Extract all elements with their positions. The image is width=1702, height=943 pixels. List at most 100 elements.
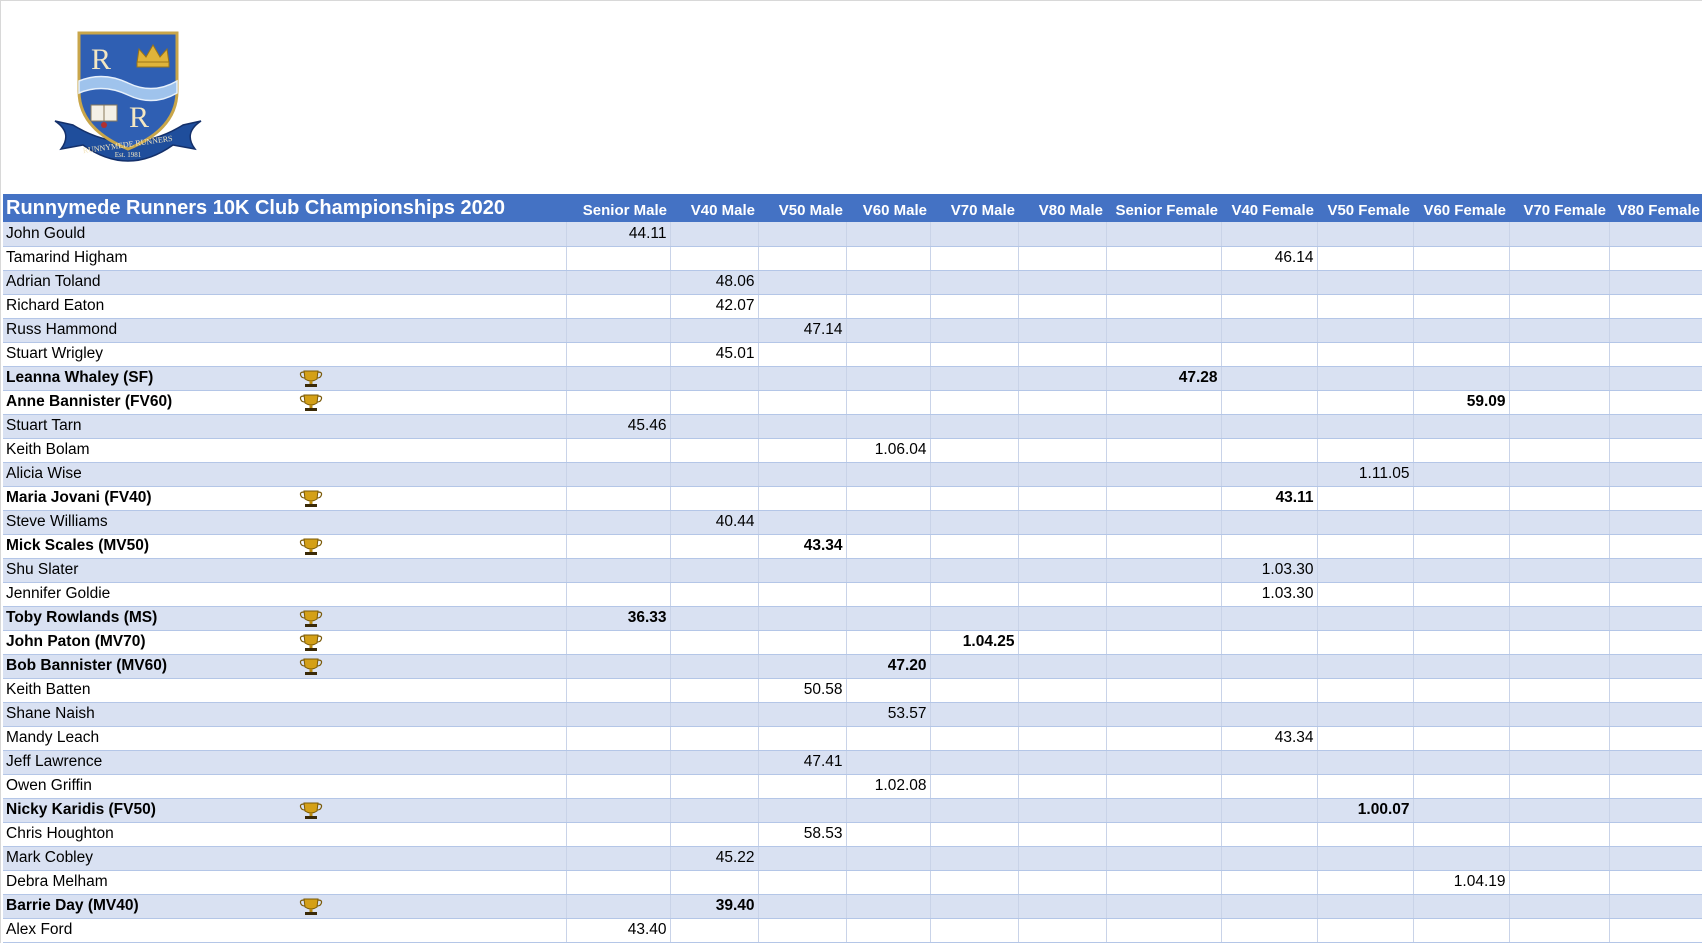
time-cell[interactable] <box>929 774 1018 799</box>
time-cell[interactable] <box>1316 582 1413 607</box>
time-cell[interactable] <box>1316 894 1413 919</box>
time-cell[interactable] <box>929 822 1018 847</box>
time-cell[interactable] <box>1017 294 1106 319</box>
time-cell[interactable] <box>1220 774 1317 799</box>
time-cell[interactable] <box>757 870 846 895</box>
time-cell[interactable] <box>565 726 670 751</box>
time-cell[interactable] <box>1316 606 1413 631</box>
time-cell[interactable] <box>565 486 670 511</box>
time-cell[interactable] <box>1608 222 1702 247</box>
time-cell[interactable] <box>1508 294 1609 319</box>
time-cell[interactable] <box>1017 558 1106 583</box>
time-cell[interactable] <box>669 606 758 631</box>
time-cell[interactable] <box>1105 222 1221 247</box>
time-cell[interactable] <box>1608 342 1702 367</box>
time-cell[interactable]: 48.06 <box>669 270 758 295</box>
time-cell[interactable] <box>1608 462 1702 487</box>
time-cell[interactable] <box>1105 846 1221 871</box>
time-cell[interactable]: 47.14 <box>757 318 846 343</box>
time-cell[interactable]: 1.03.30 <box>1220 558 1317 583</box>
time-cell[interactable] <box>1105 798 1221 823</box>
time-cell[interactable] <box>757 294 846 319</box>
time-cell[interactable] <box>1017 510 1106 535</box>
time-cell[interactable] <box>1508 270 1609 295</box>
time-cell[interactable] <box>1220 366 1317 391</box>
time-cell[interactable] <box>1316 270 1413 295</box>
time-cell[interactable] <box>1220 294 1317 319</box>
runner-name-cell[interactable]: Tamarind Higham <box>3 246 566 271</box>
time-cell[interactable]: 1.11.05 <box>1316 462 1413 487</box>
time-cell[interactable]: 1.06.04 <box>845 438 930 463</box>
time-cell[interactable] <box>1608 414 1702 439</box>
time-cell[interactable] <box>1412 606 1509 631</box>
time-cell[interactable] <box>1220 798 1317 823</box>
time-cell[interactable] <box>1412 774 1509 799</box>
time-cell[interactable] <box>929 534 1018 559</box>
time-cell[interactable]: 1.02.08 <box>845 774 930 799</box>
time-cell[interactable] <box>1508 558 1609 583</box>
time-cell[interactable] <box>1105 774 1221 799</box>
time-cell[interactable] <box>1508 414 1609 439</box>
time-cell[interactable] <box>1017 846 1106 871</box>
column-header[interactable]: V40 Female <box>1221 194 1317 222</box>
time-cell[interactable] <box>845 798 930 823</box>
runner-name-cell[interactable]: Leanna Whaley (SF) <box>3 366 566 391</box>
time-cell[interactable] <box>1412 366 1509 391</box>
time-cell[interactable] <box>1316 366 1413 391</box>
time-cell[interactable] <box>1508 342 1609 367</box>
time-cell[interactable] <box>1608 246 1702 271</box>
time-cell[interactable] <box>1508 486 1609 511</box>
time-cell[interactable] <box>565 630 670 655</box>
time-cell[interactable] <box>669 486 758 511</box>
time-cell[interactable] <box>1220 822 1317 847</box>
time-cell[interactable] <box>845 222 930 247</box>
time-cell[interactable] <box>565 342 670 367</box>
time-cell[interactable] <box>1608 798 1702 823</box>
time-cell[interactable] <box>757 582 846 607</box>
time-cell[interactable] <box>1508 750 1609 775</box>
time-cell[interactable] <box>845 486 930 511</box>
time-cell[interactable] <box>1608 270 1702 295</box>
time-cell[interactable]: 47.20 <box>845 654 930 679</box>
time-cell[interactable] <box>1017 318 1106 343</box>
time-cell[interactable] <box>1508 846 1609 871</box>
time-cell[interactable] <box>1412 462 1509 487</box>
time-cell[interactable] <box>1412 918 1509 943</box>
table-title[interactable]: Runnymede Runners 10K Club Championships… <box>3 194 566 222</box>
time-cell[interactable] <box>565 558 670 583</box>
time-cell[interactable] <box>1508 390 1609 415</box>
time-cell[interactable] <box>845 918 930 943</box>
time-cell[interactable] <box>757 918 846 943</box>
column-header[interactable]: V60 Male <box>846 194 930 222</box>
time-cell[interactable] <box>1017 438 1106 463</box>
time-cell[interactable]: 47.41 <box>757 750 846 775</box>
runner-name-cell[interactable]: Stuart Tarn <box>3 414 566 439</box>
time-cell[interactable]: 1.03.30 <box>1220 582 1317 607</box>
time-cell[interactable] <box>929 390 1018 415</box>
time-cell[interactable]: 42.07 <box>669 294 758 319</box>
time-cell[interactable] <box>1105 438 1221 463</box>
time-cell[interactable] <box>1608 534 1702 559</box>
runner-name-cell[interactable]: Keith Bolam <box>3 438 566 463</box>
time-cell[interactable]: 40.44 <box>669 510 758 535</box>
time-cell[interactable] <box>1608 486 1702 511</box>
runner-name-cell[interactable]: Shane Naish <box>3 702 566 727</box>
time-cell[interactable] <box>1508 630 1609 655</box>
time-cell[interactable] <box>929 702 1018 727</box>
time-cell[interactable] <box>565 462 670 487</box>
time-cell[interactable]: 43.40 <box>565 918 670 943</box>
time-cell[interactable]: 43.34 <box>1220 726 1317 751</box>
time-cell[interactable] <box>1508 246 1609 271</box>
time-cell[interactable] <box>1608 702 1702 727</box>
time-cell[interactable] <box>845 294 930 319</box>
time-cell[interactable] <box>1105 894 1221 919</box>
time-cell[interactable] <box>565 246 670 271</box>
time-cell[interactable] <box>1608 726 1702 751</box>
time-cell[interactable] <box>1412 702 1509 727</box>
time-cell[interactable] <box>1105 534 1221 559</box>
time-cell[interactable] <box>1508 606 1609 631</box>
time-cell[interactable] <box>669 462 758 487</box>
time-cell[interactable] <box>1316 342 1413 367</box>
time-cell[interactable] <box>1220 750 1317 775</box>
time-cell[interactable] <box>757 630 846 655</box>
